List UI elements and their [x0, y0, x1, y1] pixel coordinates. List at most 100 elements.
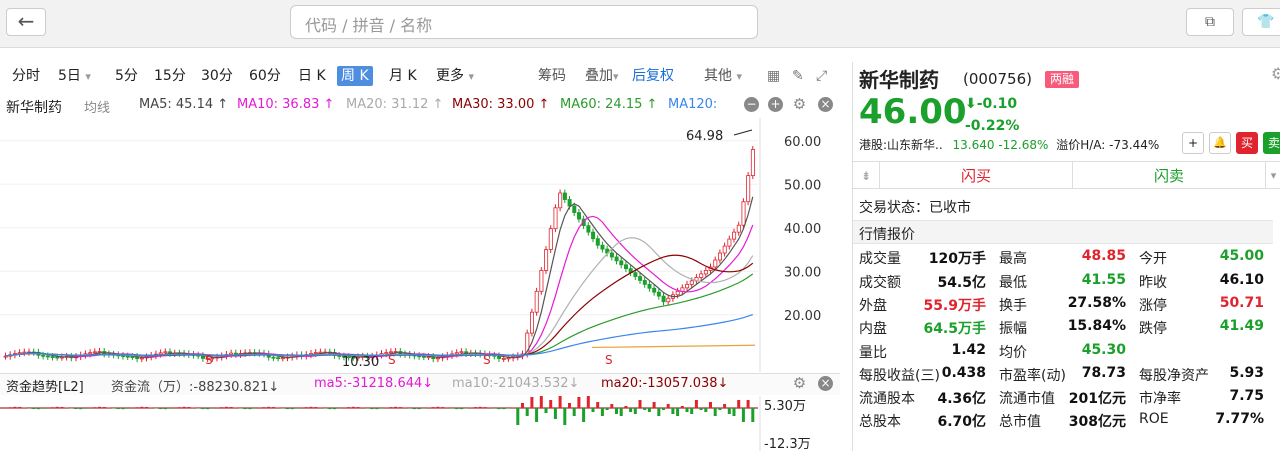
flow-bar	[474, 407, 477, 408]
search-input[interactable]: 代码 / 拼音 / 名称	[290, 5, 758, 39]
minus-icon[interactable]: −	[744, 97, 759, 112]
fund-flow-chart: 5.30万 -12.3万	[0, 396, 811, 451]
other-button[interactable]: 其他 ▾	[704, 66, 742, 86]
chip-button[interactable]: 筹码	[538, 66, 566, 86]
tab-fenshi[interactable]: 分时	[12, 66, 40, 86]
candle-body	[139, 357, 144, 360]
add-watch-button[interactable]: +	[1182, 132, 1204, 154]
tab-30min[interactable]: 30分	[201, 66, 233, 86]
candle-body	[539, 270, 544, 292]
tab-more[interactable]: 更多 ▾	[436, 66, 474, 86]
flow-bar	[568, 403, 571, 408]
flow-bar	[102, 406, 106, 408]
flow-bar	[422, 408, 426, 409]
flow-bar	[239, 408, 242, 409]
flow-bar	[253, 408, 257, 409]
plus-icon[interactable]: +	[768, 97, 783, 112]
candle-body	[727, 238, 732, 247]
quote-label: 最低	[999, 275, 1027, 291]
tab-5min[interactable]: 5分	[115, 66, 138, 86]
gear-icon[interactable]: ⚙	[1271, 64, 1280, 83]
candle-body	[633, 272, 638, 277]
tab-60min[interactable]: 60分	[249, 66, 281, 86]
flow-bar	[248, 408, 252, 410]
quote-label: 成交量	[859, 251, 901, 267]
close-icon[interactable]: ×	[818, 97, 833, 112]
overlay-button[interactable]: 叠加▾	[585, 66, 619, 86]
grid-icon[interactable]: ▦	[767, 66, 780, 86]
fund-ma10: ma10:-21043.532↓	[452, 376, 580, 391]
candle-body	[163, 351, 168, 354]
sell-button[interactable]: 卖	[1263, 132, 1280, 154]
tab-more-label: 更多	[436, 68, 464, 84]
candle-body	[689, 280, 694, 285]
flow-bar	[459, 408, 463, 410]
flow-bar	[450, 408, 454, 409]
flow-bar	[74, 408, 78, 410]
dropdown-icon[interactable]: ▾	[1265, 161, 1280, 189]
flow-bar	[375, 408, 379, 410]
tab-15min[interactable]: 15分	[154, 66, 186, 86]
candle-body	[17, 352, 22, 355]
buy-button[interactable]: 买	[1236, 132, 1258, 154]
gear-icon[interactable]: ⚙	[792, 97, 807, 112]
candle-body	[595, 238, 600, 246]
window-icon[interactable]: ⧉	[1186, 8, 1234, 36]
candle-body	[722, 245, 727, 254]
flow-bar	[572, 408, 576, 416]
quote-label: 涨停	[1139, 298, 1167, 314]
expand-icon[interactable]: ⤢	[816, 66, 827, 86]
pen-icon[interactable]: ✎	[792, 66, 804, 86]
candle-body	[750, 149, 755, 177]
flow-bar	[539, 396, 543, 408]
flow-bar	[605, 408, 609, 410]
flow-bar	[309, 406, 313, 408]
flow-y-top: 5.30万	[764, 399, 806, 414]
gear-icon[interactable]: ⚙	[792, 376, 807, 391]
quote-label: 换手	[999, 298, 1027, 314]
flow-bar	[586, 396, 590, 408]
quote-label: 流通市值	[999, 391, 1055, 407]
flow-bar	[633, 408, 637, 414]
flash-buy-button[interactable]: 闪买	[879, 161, 1072, 189]
flow-bar	[441, 407, 445, 408]
quote-value: 27.58%	[1067, 295, 1126, 311]
bell-icon[interactable]: 🔔	[1209, 132, 1231, 154]
adjust-button[interactable]: 后复权	[632, 66, 674, 86]
candle-body	[685, 283, 690, 289]
quote-section-title: 行情报价	[859, 227, 915, 243]
candle-body	[233, 352, 238, 355]
flow-bar	[333, 408, 336, 410]
tab-day-k[interactable]: 日 K	[298, 66, 326, 86]
overlay-label: 叠加	[585, 68, 613, 84]
flow-bar	[690, 408, 694, 414]
flow-bar	[600, 408, 604, 416]
collapse-icon[interactable]: ⇟	[853, 161, 879, 189]
tab-5day[interactable]: 5日 ▾	[58, 66, 91, 86]
candle-body	[624, 264, 629, 270]
line-type[interactable]: 均线	[84, 97, 110, 116]
flow-bar	[699, 408, 703, 410]
close-icon[interactable]: ×	[818, 376, 833, 391]
ma-legend: 新华制药 均线 MA5: 45.14 ↑ MA10: 36.83 ↑ MA20:…	[0, 95, 840, 117]
candlestick-chart[interactable]: 60.00 50.00 40.00 30.00 20.00 64.98 10.30 S S S S	[0, 118, 840, 372]
flash-sell-button[interactable]: 闪卖	[1072, 161, 1265, 189]
flow-bar	[365, 408, 369, 409]
candle-body	[530, 311, 535, 334]
tab-month-k[interactable]: 月 K	[389, 66, 417, 86]
candle-body	[459, 351, 464, 354]
flow-bar	[380, 408, 383, 409]
shirt-icon[interactable]: 👕	[1242, 8, 1280, 36]
quote-value: 7.77%	[1215, 411, 1264, 427]
back-icon[interactable]: ←	[6, 8, 46, 36]
s-marker: S	[388, 353, 396, 367]
flow-bar	[619, 408, 623, 416]
flow-bar	[666, 404, 670, 408]
quote-value: 64.5万手	[923, 321, 986, 337]
quote-label: 总市值	[999, 414, 1041, 430]
flow-bar	[163, 408, 167, 410]
flow-bar	[177, 407, 181, 408]
candle-body	[92, 351, 97, 354]
tab-week-k[interactable]: 周 K	[337, 66, 373, 86]
quote-label: 市净率	[1139, 391, 1181, 407]
